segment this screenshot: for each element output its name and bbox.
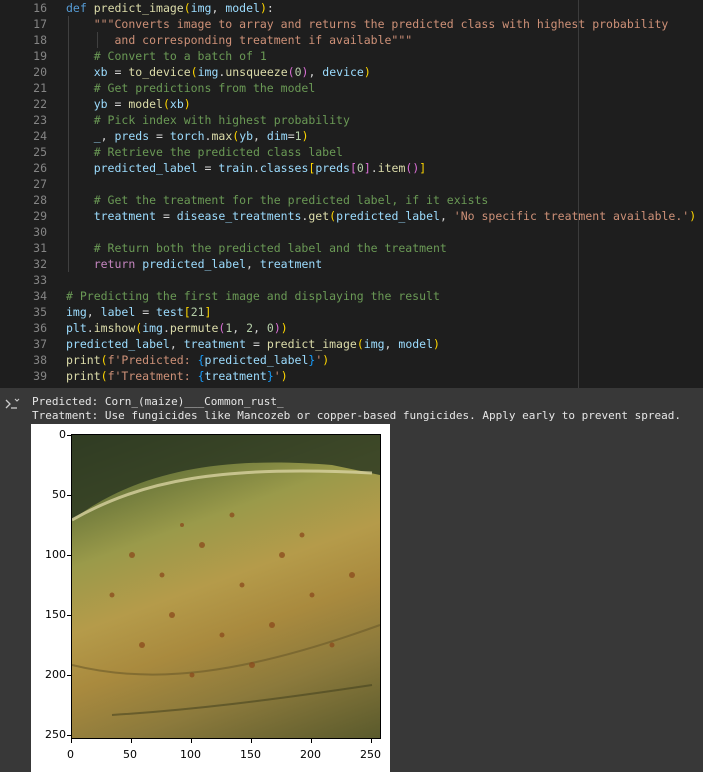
line-number: 37 (33, 337, 47, 351)
y-tick-label: 50 (52, 488, 66, 501)
line-number: 24 (33, 129, 47, 143)
line-number: 22 (33, 97, 47, 111)
line-number: 29 (33, 209, 47, 223)
code-line[interactable]: _, preds = torch.max(yb, dim=1) (66, 128, 309, 144)
x-tick-mark (131, 739, 132, 743)
line-number: 34 (33, 289, 47, 303)
x-tick-label: 100 (180, 748, 201, 761)
line-number: 33 (33, 273, 47, 287)
code-line[interactable]: return predicted_label, treatment (66, 256, 323, 272)
code-line[interactable]: predicted_label, treatment = predict_ima… (66, 336, 440, 352)
code-line[interactable]: # Convert to a batch of 1 (66, 48, 267, 64)
line-number: 36 (33, 321, 47, 335)
y-tick-mark (67, 435, 71, 436)
code-line[interactable]: # Get the treatment for the predicted la… (66, 192, 489, 208)
output-toggle-icon[interactable] (4, 396, 20, 410)
x-tick-mark (371, 739, 372, 743)
code-line[interactable]: def predict_image(img, model): (66, 0, 274, 16)
line-number: 18 (33, 33, 47, 47)
y-tick-mark (67, 495, 71, 496)
line-number: 16 (33, 1, 47, 15)
code-line[interactable]: print(f'Treatment: {treatment}') (66, 368, 288, 384)
code-line[interactable]: yb = model(xb) (66, 96, 191, 112)
y-tick-label: 250 (45, 728, 66, 741)
code-line[interactable]: and corresponding treatment if available… (66, 32, 412, 48)
line-number: 21 (33, 81, 47, 95)
line-number: 35 (33, 305, 47, 319)
y-tick-mark (67, 555, 71, 556)
code-line[interactable]: predicted_label = train.classes[preds[0]… (66, 160, 426, 176)
line-number: 20 (33, 65, 47, 79)
x-tick-label: 250 (360, 748, 381, 761)
code-line[interactable]: treatment = disease_treatments.get(predi… (66, 208, 696, 224)
x-tick-mark (191, 739, 192, 743)
line-number: 19 (33, 49, 47, 63)
x-tick-mark (311, 739, 312, 743)
plot-figure: 0 50 100 150 200 250 0 50 100 150 200 25… (31, 424, 390, 772)
leaf-image (71, 434, 381, 739)
code-line[interactable]: # Get predictions from the model (66, 80, 316, 96)
code-line[interactable]: plt.imshow(img.permute(1, 2, 0)) (66, 320, 288, 336)
output-predicted: Predicted: Corn_(maize)___Common_rust_ (32, 395, 284, 408)
y-tick-mark (67, 675, 71, 676)
x-tick-mark (251, 739, 252, 743)
x-tick-label: 50 (123, 748, 137, 761)
code-line[interactable]: # Pick index with highest probability (66, 112, 350, 128)
code-line[interactable]: print(f'Predicted: {predicted_label}') (66, 352, 329, 368)
code-cell[interactable]: 16 def predict_image(img, model): 17 """C… (0, 0, 703, 388)
y-tick-label: 100 (45, 548, 66, 561)
code-line[interactable]: img, label = test[21] (66, 304, 211, 320)
line-number: 23 (33, 113, 47, 127)
line-number: 26 (33, 161, 47, 175)
y-tick-mark (67, 615, 71, 616)
line-number: 32 (33, 257, 47, 271)
output-area: Predicted: Corn_(maize)___Common_rust_ T… (0, 388, 703, 772)
y-tick-label: 150 (45, 608, 66, 621)
code-line[interactable]: # Return both the predicted label and th… (66, 240, 447, 256)
x-tick-label: 0 (67, 748, 74, 761)
code-line[interactable]: # Predicting the first image and display… (66, 288, 440, 304)
x-tick-mark (71, 739, 72, 743)
output-treatment: Treatment: Use fungicides like Mancozeb … (32, 409, 682, 422)
line-number: 30 (33, 225, 47, 239)
x-tick-label: 200 (300, 748, 321, 761)
x-tick-label: 150 (240, 748, 261, 761)
line-number: 31 (33, 241, 47, 255)
line-number: 39 (33, 369, 47, 383)
ruler-line (578, 0, 579, 388)
line-number: 27 (33, 177, 47, 191)
line-number: 38 (33, 353, 47, 367)
line-number: 17 (33, 17, 47, 31)
y-tick-label: 0 (59, 428, 66, 441)
y-tick-label: 200 (45, 668, 66, 681)
code-line[interactable]: """Converts image to array and returns t… (66, 16, 669, 32)
code-line[interactable]: xb = to_device(img.unsqueeze(0), device) (66, 64, 371, 80)
code-line[interactable]: # Retrieve the predicted class label (66, 144, 343, 160)
line-number: 28 (33, 193, 47, 207)
line-number: 25 (33, 145, 47, 159)
y-tick-mark (67, 735, 71, 736)
